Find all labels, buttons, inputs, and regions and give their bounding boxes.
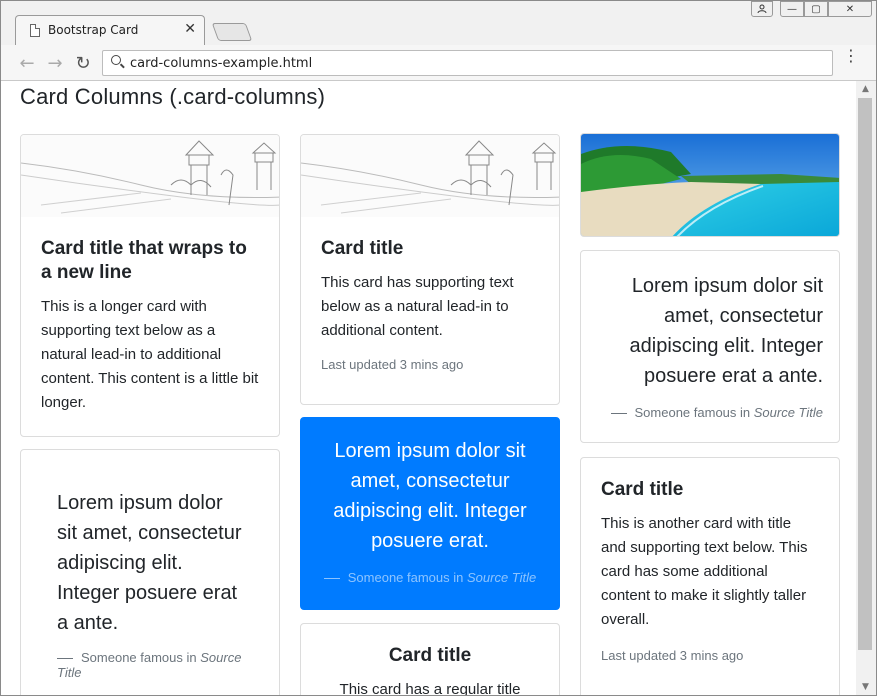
card-title: Card title that wraps to a new line: [41, 238, 247, 283]
back-arrow-icon[interactable]: ←: [17, 53, 37, 74]
card-text: This is a longer card with supporting te…: [41, 298, 259, 411]
beach-image: [581, 134, 839, 236]
footer-prefix: Someone famous in: [347, 570, 467, 585]
browser-tab[interactable]: Bootstrap Card ✕: [15, 15, 205, 45]
close-icon: ✕: [845, 3, 855, 15]
page-viewport: Card Columns (.card-columns) Card title …: [1, 81, 856, 695]
card-title: Card title: [601, 479, 684, 500]
window-close-button[interactable]: ✕: [828, 1, 872, 17]
last-updated: Last updated 3 mins ago: [321, 357, 464, 372]
dash-icon: [57, 658, 73, 660]
vertical-scrollbar[interactable]: ▲ ▼: [856, 81, 875, 695]
document-icon: [30, 24, 40, 37]
footer-prefix: Someone famous in: [634, 405, 754, 420]
card-right-quote: Lorem ipsum dolor sit amet, consectetur …: [580, 250, 840, 443]
card-taller: Card title This is another card with tit…: [580, 457, 840, 695]
scrollbar-thumb[interactable]: [858, 98, 872, 650]
card-image-sketch: [21, 135, 279, 217]
card-with-image: Card title This card has supporting text…: [300, 134, 560, 405]
profile-button[interactable]: [751, 1, 773, 17]
address-bar[interactable]: card-columns-example.html: [102, 50, 833, 76]
search-icon: [111, 55, 121, 65]
browser-toolbar: ← → ↻ card-columns-example.html ⋮: [1, 45, 876, 81]
minimize-icon: —: [787, 3, 797, 15]
blockquote-footer: Someone famous in Source Title: [597, 405, 823, 420]
card-image-only: [580, 133, 840, 237]
card-centered: Card title This card has a regular title: [300, 623, 560, 695]
blockquote-text: Lorem ipsum dolor sit amet, consectetur …: [333, 440, 527, 552]
scroll-up-icon[interactable]: ▲: [856, 81, 875, 97]
last-updated: Last updated 3 mins ago: [601, 648, 744, 663]
card-title: Card title: [321, 238, 404, 259]
menu-dots-icon[interactable]: ⋮: [843, 48, 859, 64]
sketch-illustration: [21, 135, 279, 217]
card-text: This card has a regular title: [339, 681, 521, 695]
card-wrapping-title: Card title that wraps to a new line This…: [20, 134, 280, 437]
card-image-sketch: [301, 135, 559, 217]
minimize-button[interactable]: —: [780, 1, 804, 17]
tab-title: Bootstrap Card: [48, 23, 139, 37]
forward-arrow-icon[interactable]: →: [45, 53, 65, 74]
address-text[interactable]: card-columns-example.html: [130, 56, 312, 71]
page-title: Card Columns (.card-columns): [20, 84, 326, 109]
title-bar: Bootstrap Card ✕ — ▢ ✕: [1, 1, 876, 45]
card-text: This is another card with title and supp…: [601, 515, 808, 628]
maximize-button[interactable]: ▢: [804, 1, 828, 17]
dash-icon: [610, 413, 627, 415]
reload-icon[interactable]: ↻: [73, 53, 93, 74]
card-quote: Lorem ipsum dolor sit amet, consectetur …: [20, 449, 280, 695]
blockquote-footer: Someone famous in Source Title: [57, 650, 243, 680]
source-title: Source Title: [753, 405, 823, 420]
card-primary-quote: Lorem ipsum dolor sit amet, consectetur …: [300, 417, 560, 610]
scroll-down-icon[interactable]: ▼: [856, 679, 875, 695]
new-tab-button[interactable]: [211, 23, 253, 41]
blockquote-text: Lorem ipsum dolor sit amet, consectetur …: [57, 492, 242, 634]
tab-close-icon[interactable]: ✕: [184, 21, 196, 37]
maximize-icon: ▢: [811, 3, 821, 15]
footer-prefix: Someone famous in: [81, 650, 201, 665]
card-title: Card title: [388, 645, 472, 666]
source-title: Source Title: [466, 570, 537, 585]
card-text: This card has supporting text below as a…: [321, 274, 514, 339]
beach-photo: [581, 134, 839, 236]
dash-icon: [323, 578, 340, 580]
blockquote-footer: Someone famous in Source Title: [323, 570, 537, 585]
person-icon: [757, 4, 767, 14]
blockquote-text: Lorem ipsum dolor sit amet, consectetur …: [629, 275, 823, 387]
sketch-illustration: [301, 135, 559, 217]
